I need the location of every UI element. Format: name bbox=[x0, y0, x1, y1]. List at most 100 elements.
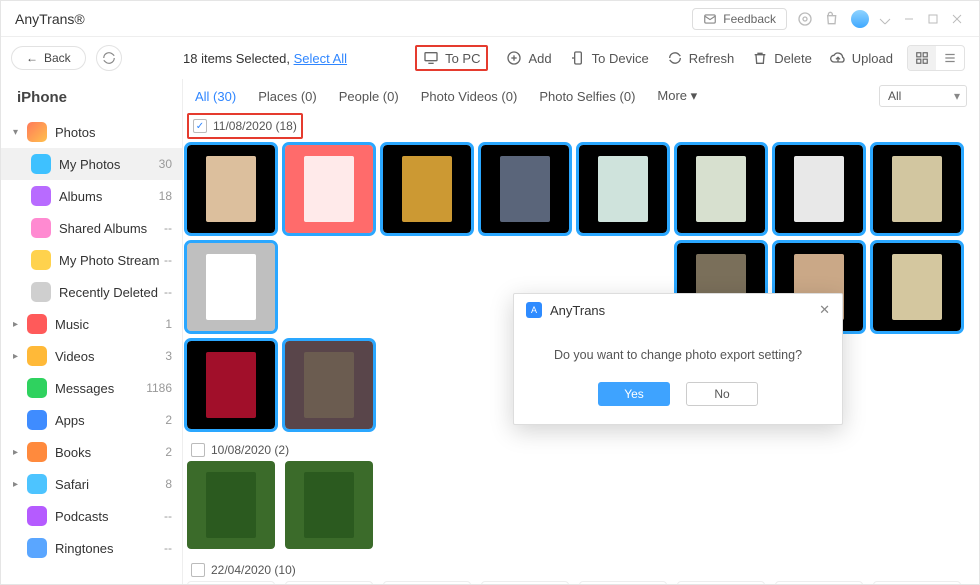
cart-icon[interactable] bbox=[823, 9, 843, 29]
select-all-link[interactable]: Select All bbox=[294, 51, 347, 66]
tab[interactable]: Photo Videos (0) bbox=[421, 89, 518, 104]
close-button[interactable] bbox=[949, 11, 965, 27]
sidebar-item[interactable]: Ringtones-- bbox=[1, 532, 182, 564]
photo-thumbnail[interactable] bbox=[285, 461, 373, 549]
photo-thumbnail[interactable] bbox=[383, 581, 471, 584]
category-icon bbox=[31, 250, 51, 270]
sidebar-item[interactable]: My Photos30 bbox=[1, 148, 182, 180]
to-device-button[interactable]: To Device bbox=[570, 50, 649, 66]
sidebar-item[interactable]: Recently Deleted-- bbox=[1, 276, 182, 308]
date-group-header[interactable]: 22/04/2020 (10) bbox=[187, 559, 971, 581]
group-checkbox[interactable] bbox=[193, 119, 207, 133]
category-icon bbox=[27, 314, 47, 334]
sidebar-label: My Photo Stream bbox=[59, 253, 159, 268]
tab[interactable]: More ▾ bbox=[657, 88, 697, 104]
group-checkbox[interactable] bbox=[191, 443, 205, 457]
photo-thumbnail[interactable] bbox=[187, 243, 275, 331]
delete-button[interactable]: Delete bbox=[752, 50, 812, 66]
sidebar: iPhone ▾PhotosMy Photos30Albums18Shared … bbox=[1, 79, 183, 584]
sidebar-item[interactable]: My Photo Stream -- bbox=[1, 244, 182, 276]
sidebar-count: -- bbox=[164, 253, 172, 267]
sidebar-item[interactable]: Messages1186 bbox=[1, 372, 182, 404]
to-pc-button[interactable]: To PC bbox=[415, 45, 488, 71]
photo-thumbnail[interactable] bbox=[481, 581, 569, 584]
dialog-yes-button[interactable]: Yes bbox=[598, 382, 670, 406]
photo-thumbnail[interactable]: Sign in bbox=[775, 581, 863, 584]
back-button[interactable]: ← Back bbox=[11, 46, 86, 70]
sidebar-item[interactable]: ▸Books2 bbox=[1, 436, 182, 468]
sidebar-item[interactable]: ▸Safari8 bbox=[1, 468, 182, 500]
dialog-close-button[interactable]: ✕ bbox=[819, 302, 830, 318]
group-label: 11/08/2020 (18) bbox=[213, 119, 297, 133]
min-button[interactable] bbox=[877, 11, 893, 27]
photo-thumbnail[interactable] bbox=[873, 145, 961, 233]
reload-button[interactable] bbox=[96, 45, 122, 71]
sidebar-count: -- bbox=[164, 221, 172, 235]
tab[interactable]: Photo Selfies (0) bbox=[539, 89, 635, 104]
sidebar-label: Messages bbox=[55, 381, 114, 396]
sidebar-label: My Photos bbox=[59, 157, 120, 172]
sidebar-label: Videos bbox=[55, 349, 95, 364]
sidebar-item[interactable]: Podcasts-- bbox=[1, 500, 182, 532]
add-button[interactable]: Add bbox=[506, 50, 551, 66]
main-panel: All (30) Places (0) People (0) Photo Videos… bbox=[183, 79, 979, 584]
category-icon bbox=[31, 186, 51, 206]
photo-thumbnail[interactable]: Sign in bbox=[873, 581, 961, 584]
view-toggle bbox=[907, 45, 965, 71]
maximize-button[interactable] bbox=[925, 11, 941, 27]
category-icon bbox=[31, 154, 51, 174]
upload-button[interactable]: Upload bbox=[830, 50, 893, 66]
minimize-button[interactable] bbox=[901, 11, 917, 27]
photo-thumbnail[interactable] bbox=[579, 145, 667, 233]
refresh-button[interactable]: Refresh bbox=[667, 50, 735, 66]
feedback-button[interactable]: Feedback bbox=[692, 8, 787, 30]
photo-thumbnail[interactable] bbox=[187, 461, 275, 549]
group-checkbox[interactable] bbox=[191, 563, 205, 577]
trash-icon bbox=[752, 50, 768, 66]
photo-thumbnail[interactable] bbox=[187, 341, 275, 429]
tab[interactable]: People (0) bbox=[339, 89, 399, 104]
tab[interactable]: All (30) bbox=[195, 89, 236, 104]
brand: AnyTrans® bbox=[15, 11, 85, 27]
monitor-icon bbox=[423, 50, 439, 66]
list-view-button[interactable] bbox=[936, 46, 964, 70]
photo-thumbnail[interactable] bbox=[383, 145, 471, 233]
chevron-icon: ▸ bbox=[13, 319, 23, 330]
photo-thumbnail[interactable] bbox=[873, 243, 961, 331]
photo-thumbnail[interactable] bbox=[481, 145, 569, 233]
sidebar-item[interactable]: ▾ Photos bbox=[1, 116, 182, 148]
photo-thumbnail[interactable] bbox=[187, 145, 275, 233]
sidebar-item[interactable]: ▸Music1 bbox=[1, 308, 182, 340]
photo-thumbnail[interactable]: ———————— ———————— bbox=[187, 581, 275, 584]
photo-thumbnail[interactable]: ———————— ———————— bbox=[285, 581, 373, 584]
tabs: All (30) Places (0) People (0) Photo Videos… bbox=[183, 79, 979, 111]
date-group-header[interactable]: 11/08/2020 (18) bbox=[187, 113, 303, 139]
date-group-header[interactable]: 10/08/2020 (2) bbox=[187, 439, 971, 461]
tab[interactable]: Places (0) bbox=[258, 89, 317, 104]
category-icon bbox=[31, 218, 51, 238]
grid-view-button[interactable] bbox=[908, 46, 936, 70]
sidebar-count: 8 bbox=[165, 477, 172, 491]
photo-thumbnail[interactable] bbox=[677, 581, 765, 584]
plus-circle-icon bbox=[506, 50, 522, 66]
sidebar-count: -- bbox=[164, 541, 172, 555]
category-icon bbox=[27, 442, 47, 462]
photo-thumbnail[interactable] bbox=[579, 581, 667, 584]
refresh-icon bbox=[667, 50, 683, 66]
category-icon bbox=[31, 282, 51, 302]
help-icon[interactable] bbox=[795, 9, 815, 29]
photo-thumbnail[interactable] bbox=[677, 145, 765, 233]
sidebar-item[interactable]: Shared Albums-- bbox=[1, 212, 182, 244]
filter-dropdown[interactable]: All bbox=[879, 85, 967, 107]
chevron-icon: ▾ bbox=[13, 127, 23, 138]
sidebar-count: 3 bbox=[165, 349, 172, 363]
sidebar-item[interactable]: ▸Videos3 bbox=[1, 340, 182, 372]
photo-thumbnail[interactable] bbox=[285, 145, 373, 233]
sidebar-item[interactable]: Apps2 bbox=[1, 404, 182, 436]
sidebar-item[interactable]: Albums18 bbox=[1, 180, 182, 212]
dialog-no-button[interactable]: No bbox=[686, 382, 758, 406]
photo-thumbnail[interactable] bbox=[775, 145, 863, 233]
photo-thumbnail[interactable] bbox=[285, 341, 373, 429]
avatar[interactable] bbox=[851, 10, 869, 28]
sidebar-label: Photos bbox=[55, 125, 95, 140]
